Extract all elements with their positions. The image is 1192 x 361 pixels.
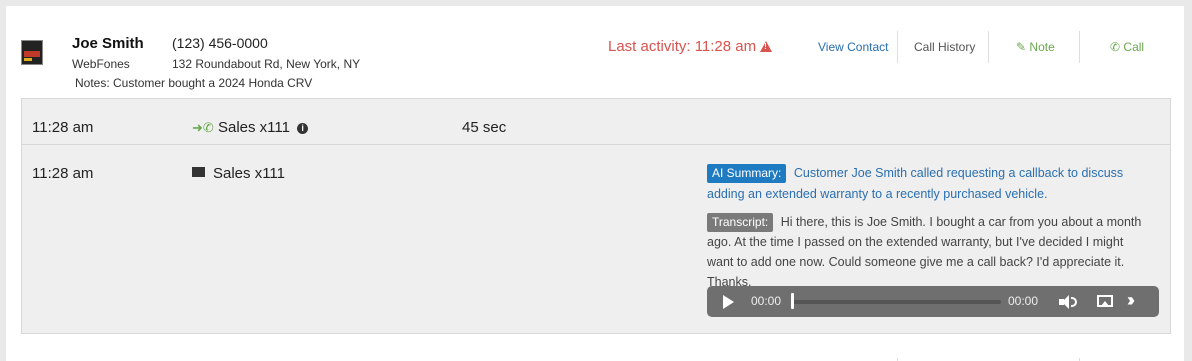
contact-address: 132 Roundabout Rd, New York, NY	[172, 57, 361, 71]
call-extension: ➜✆ Sales x111 i	[192, 119, 309, 136]
pencil-icon: ✎	[1016, 40, 1027, 54]
voicemail-extension-label: Sales x111	[213, 165, 285, 182]
call-row[interactable]: 11:28 am ➜✆ Sales x111 i 45 sec	[21, 98, 1171, 145]
contact-notes: Notes: Customer bought a 2024 Honda CRV	[75, 76, 313, 90]
play-icon[interactable]	[723, 295, 734, 309]
view-contact-link[interactable]: View Contact	[818, 40, 888, 54]
outgoing-call-icon: ➜✆	[192, 120, 214, 135]
voicemail-extension: Sales x111	[192, 165, 285, 182]
voicemail-row: 11:28 am Sales x111 AI Summary: Customer…	[21, 145, 1171, 334]
volume-icon[interactable]	[1059, 295, 1081, 309]
info-icon[interactable]: i	[297, 123, 309, 134]
last-activity-label: Last activity: 11:28 am	[608, 38, 757, 55]
note-label: Note	[1029, 40, 1055, 54]
contact-company: WebFones	[72, 57, 130, 71]
player-seek-handle[interactable]	[791, 293, 794, 309]
note-button[interactable]: ✎ Note	[1016, 40, 1055, 54]
voicemail-time: 11:28 am	[32, 165, 94, 182]
more-options-icon[interactable]: ››	[1127, 290, 1135, 311]
call-label: Call	[1123, 40, 1145, 54]
player-seek-bar[interactable]	[791, 300, 1001, 304]
divider	[988, 31, 989, 63]
call-button[interactable]: ✆ Call	[1110, 40, 1144, 54]
divider	[897, 31, 898, 63]
voicemail-envelope-icon	[192, 167, 205, 177]
ai-summary: AI Summary: Customer Joe Smith called re…	[707, 163, 1153, 205]
phone-icon: ✆	[1110, 40, 1121, 54]
transcript-badge: Transcript:	[707, 213, 774, 232]
call-time: 11:28 am	[32, 119, 94, 136]
contact-avatar[interactable]	[21, 40, 43, 65]
transcript: Transcript: Hi there, this is Joe Smith.…	[707, 212, 1153, 292]
warning-icon	[760, 41, 773, 52]
ai-summary-badge: AI Summary:	[707, 164, 787, 183]
audio-player: 00:00 00:00 ››	[707, 286, 1159, 317]
last-activity: Last activity: 11:28 am	[608, 38, 773, 55]
contact-phone[interactable]: (123) 456-0000	[172, 35, 268, 51]
contact-card: Joe Smith (123) 456-0000 WebFones 132 Ro…	[6, 6, 1184, 361]
player-total-time: 00:00	[1008, 294, 1039, 308]
player-current-time: 00:00	[751, 294, 782, 308]
airplay-icon[interactable]	[1097, 295, 1113, 307]
call-history-link[interactable]: Call History	[914, 40, 975, 54]
contact-name[interactable]: Joe Smith	[72, 35, 144, 52]
call-extension-label: Sales x111	[217, 119, 290, 136]
call-duration: 45 sec	[462, 119, 507, 136]
divider	[1079, 31, 1080, 63]
